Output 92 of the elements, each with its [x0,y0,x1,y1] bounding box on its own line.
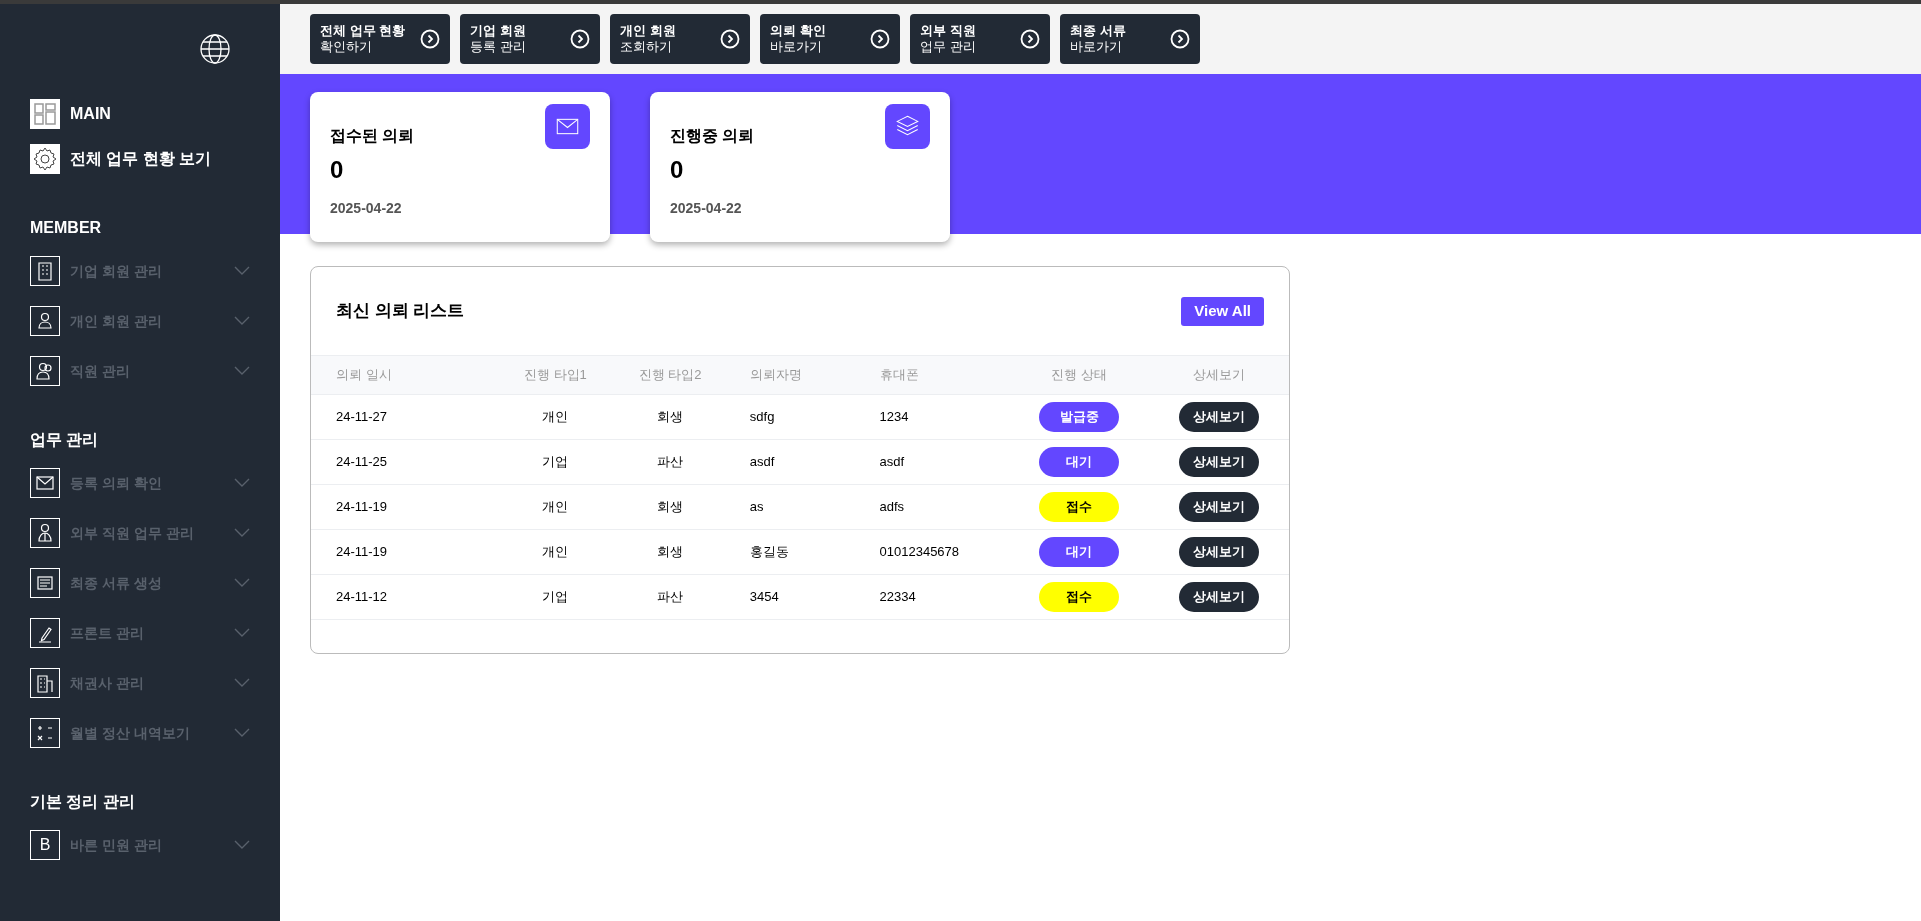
stat-value: 0 [670,155,685,185]
section-heading: MEMBER [30,218,103,238]
table-cell: 24-11-19 [311,529,501,575]
chevron-down-icon[interactable] [234,266,250,276]
shortcut-button[interactable]: 전체 업무 현황 확인하기 [310,14,450,64]
column-header: 의뢰자명 [729,355,860,395]
card-title: 접수된 의뢰 [330,126,415,146]
table-cell: 01012345678 [859,529,1010,575]
card-title: 최신 의뢰 리스트 [336,300,465,323]
table-cell: 24-11-25 [311,439,501,485]
shortcut-button[interactable]: 기업 회원 등록 관리 [460,14,600,64]
document-icon [30,568,60,598]
table-cell: 24-11-19 [311,484,501,530]
arrow-circle-icon [870,29,890,49]
arrow-circle-icon [1020,29,1040,49]
chevron-down-icon[interactable] [234,478,250,488]
table-cell: 회생 [610,394,730,440]
detail-button[interactable]: 상세보기 [1179,447,1260,477]
detail-button[interactable]: 상세보기 [1179,402,1260,432]
layout-icon [30,99,60,129]
stat-value: 0 [330,155,345,185]
mail-icon [545,104,590,149]
table-cell: 1234 [859,394,1010,440]
table-cell: 파산 [610,439,730,485]
person-icon [30,306,60,336]
table-cell: 회생 [610,484,730,530]
table-cell: 기업 [500,574,611,620]
chevron-down-icon[interactable] [234,628,250,638]
arrow-circle-icon [720,29,740,49]
table-cell: 파산 [610,574,730,620]
shortcut-button[interactable]: 외부 직원 업무 관리 [910,14,1050,64]
table-cell: 24-11-27 [311,394,501,440]
menu-link[interactable]: MAIN [70,102,111,126]
arrow-circle-icon [1170,29,1190,49]
chevron-down-icon[interactable] [234,678,250,688]
table-cell: as [729,484,860,530]
worker-icon [30,518,60,548]
column-header: 휴대폰 [859,355,1010,395]
table-cell: 개인 [500,529,611,575]
detail-button[interactable]: 상세보기 [1179,537,1260,567]
column-header: 진행 타입2 [610,355,730,395]
table-cell: asdf [859,439,1010,485]
stat-date: 2025-04-22 [670,199,743,218]
table-cell: 3454 [729,574,860,620]
settings-icon [30,144,60,174]
shortcut-button[interactable]: 최종 서류 바로가기 [1060,14,1200,64]
mail-icon [30,468,60,498]
globe-icon[interactable] [200,34,230,64]
status-badge: 접수 [1039,492,1120,522]
shortcut-button[interactable]: 의뢰 확인 바로가기 [760,14,900,64]
detail-button[interactable]: 상세보기 [1179,492,1260,522]
column-header: 진행 타입1 [500,355,611,395]
arrow-circle-icon [420,29,440,49]
table-cell: 홍길동 [729,529,860,575]
chevron-down-icon[interactable] [234,316,250,326]
table-cell: 회생 [610,529,730,575]
detail-button[interactable]: 상세보기 [1179,582,1260,612]
chevron-down-icon[interactable] [234,840,250,850]
calculator-icon [30,718,60,748]
status-badge: 발급중 [1039,402,1120,432]
chevron-down-icon[interactable] [234,528,250,538]
table-cell: 24-11-12 [311,574,501,620]
view-all-button[interactable]: View All [1181,296,1264,326]
column-header: 상세보기 [1149,355,1289,395]
card-title: 진행중 의뢰 [670,126,755,146]
chevron-down-icon[interactable] [234,578,250,588]
chevron-down-icon[interactable] [234,366,250,376]
table-cell: asdf [729,439,860,485]
stat-date: 2025-04-22 [330,199,403,218]
column-header: 진행 상태 [1009,355,1150,395]
section-heading: 기본 정리 관리 [30,792,136,812]
table-cell: 개인 [500,484,611,530]
building-icon [30,256,60,286]
column-header: 의뢰 일시 [311,355,501,395]
menu-link[interactable]: 전체 업무 현황 보기 [70,147,212,171]
section-heading: 업무 관리 [30,430,100,450]
table-cell: 개인 [500,394,611,440]
table-cell: adfs [859,484,1010,530]
office-icon [30,668,60,698]
table-cell: 기업 [500,439,611,485]
table-cell: sdfg [729,394,860,440]
arrow-circle-icon [570,29,590,49]
chevron-down-icon[interactable] [234,728,250,738]
status-badge: 대기 [1039,537,1120,567]
letter-icon: B [30,830,60,860]
layers-icon [885,104,930,149]
status-badge: 대기 [1039,447,1120,477]
status-badge: 접수 [1039,582,1120,612]
pencil-icon [30,618,60,648]
people-icon [30,356,60,386]
table-cell: 22334 [859,574,1010,620]
shortcut-button[interactable]: 개인 회원 조회하기 [610,14,750,64]
